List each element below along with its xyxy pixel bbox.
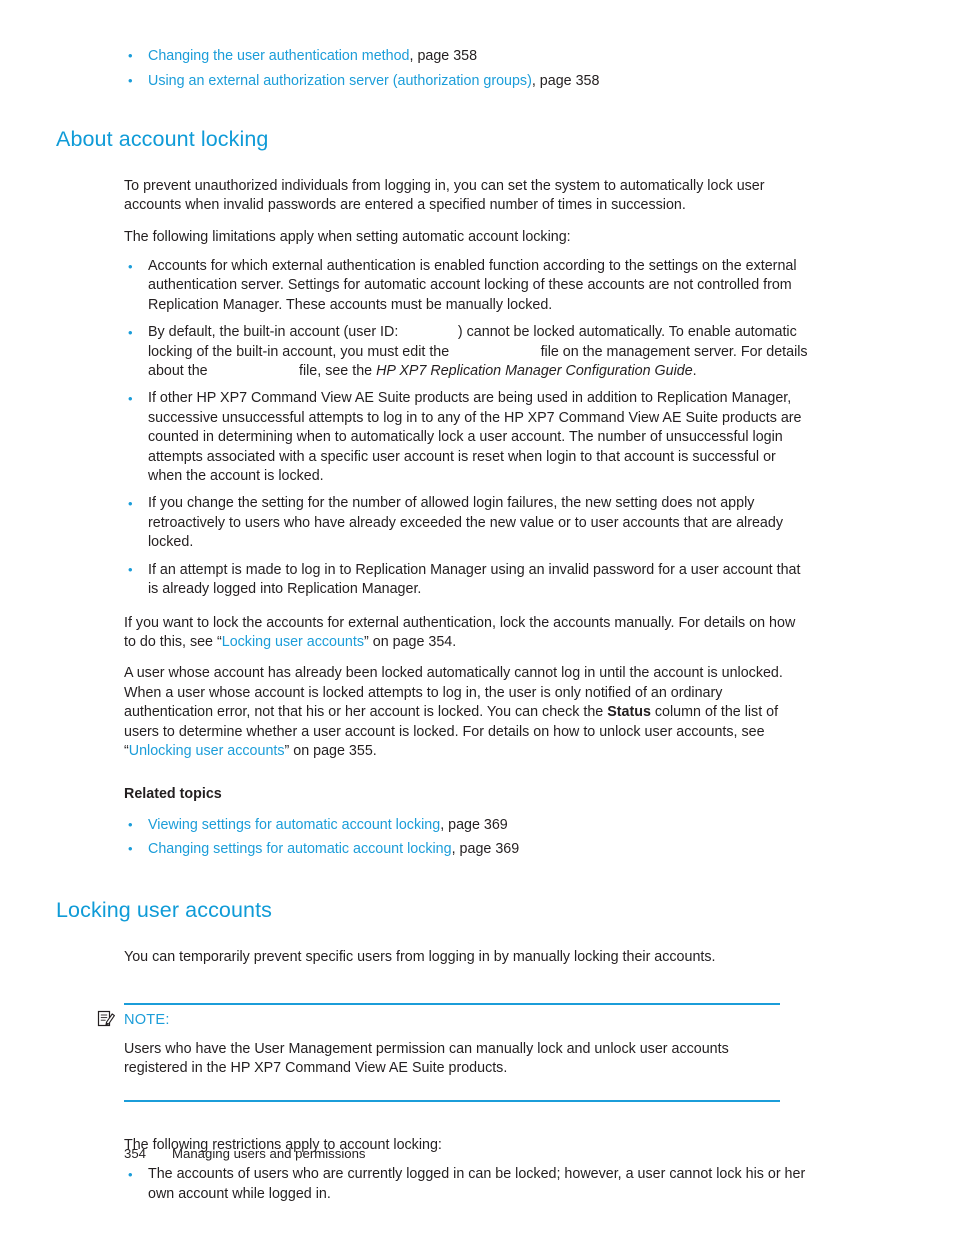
list-item: If you change the setting for the number… (124, 494, 810, 552)
link-changing-settings-automatic-account-locking[interactable]: Changing settings for automatic account … (148, 841, 452, 857)
list-item: If an attempt is made to log in to Repli… (124, 560, 810, 600)
link-locking-user-accounts[interactable]: Locking user accounts (222, 634, 364, 650)
limitations-list: Accounts for which external authenticati… (124, 257, 810, 600)
paragraph-intro: To prevent unauthorized individuals from… (124, 177, 765, 214)
note-pencil-icon (97, 1009, 116, 1028)
list-item: Accounts for which external authenticati… (124, 257, 810, 315)
list-item[interactable]: Changing settings for automatic account … (124, 837, 810, 862)
limitation-setting-change: If you change the setting for the number… (148, 495, 783, 551)
status-column-label: Status (607, 704, 651, 721)
document-page: Changing the user authentication method,… (0, 0, 954, 1235)
paragraph-external-auth-lock: If you want to lock the accounts for ext… (124, 614, 810, 653)
link-page-suffix: , page 369 (451, 841, 520, 858)
limitation-external-auth: Accounts for which external authenticati… (148, 258, 797, 313)
link-viewing-settings-automatic-account-locking[interactable]: Viewing settings for automatic account l… (148, 817, 440, 833)
limitation-builtin-account-part5: . (692, 363, 697, 380)
link-unlocking-user-accounts[interactable]: Unlocking user accounts (129, 743, 285, 759)
page-content: Changing the user authentication method,… (0, 0, 954, 1204)
paragraph-external-part2: ” on page 354. (364, 633, 457, 650)
page-footer: 354 Managing users and permissions (124, 1146, 824, 1162)
link-page-suffix: , page 358 (409, 48, 478, 64)
note-box: NOTE: Users who have the User Management… (97, 1002, 780, 1102)
list-item[interactable]: Changing the user authentication method,… (124, 44, 810, 69)
mono-blank-config-file-2 (208, 362, 299, 363)
limitation-builtin-account-part4: file, see the (298, 363, 373, 380)
list-item: By default, the built-in account (user I… (124, 323, 810, 381)
footer-chapter-title: Managing users and permissions (172, 1146, 366, 1161)
section-two-body: You can temporarily prevent specific use… (124, 948, 810, 967)
footer-page-number: 354 (124, 1146, 147, 1161)
related-topics-list: Viewing settings for automatic account l… (124, 813, 810, 862)
top-crossref-section: Changing the user authentication method,… (124, 44, 810, 93)
link-page-suffix: , page 358 (531, 72, 600, 89)
list-item: If other HP XP7 Command View AE Suite pr… (124, 389, 810, 486)
limitation-invalid-password: If an attempt is made to log in to Repli… (148, 561, 801, 598)
note-label: NOTE: (124, 1011, 170, 1028)
related-topics-title: Related topics (124, 786, 222, 803)
list-item[interactable]: Using an external authorization server (… (124, 69, 810, 94)
restriction-logged-in-users: The accounts of users who are currently … (148, 1166, 806, 1202)
guide-title-reference: HP XP7 Replication Manager Configuration… (376, 363, 693, 380)
limitation-builtin-account-part1: By default, the built-in account (user I… (148, 324, 399, 341)
link-changing-user-authentication-method[interactable]: Changing the user authentication method (148, 48, 410, 64)
link-page-suffix: , page 369 (440, 816, 508, 833)
paragraph-limitations-lead: The following limitations apply when set… (124, 228, 571, 245)
paragraph-locking-intro: You can temporarily prevent specific use… (124, 948, 716, 965)
mono-blank-config-file-1 (449, 343, 540, 344)
link-using-external-authorization-server[interactable]: Using an external authorization server (… (148, 73, 532, 89)
mono-blank-user-id (398, 323, 458, 324)
list-item[interactable]: Viewing settings for automatic account l… (124, 813, 810, 838)
note-header: NOTE: (124, 1005, 780, 1031)
note-body-text: Users who have the User Management permi… (124, 1040, 729, 1076)
top-crossref-list: Changing the user authentication method,… (124, 44, 810, 93)
paragraph-locked-account-behavior: A user whose account has already been lo… (124, 664, 810, 761)
section-one-body: To prevent unauthorized individuals from… (124, 177, 810, 862)
heading-about-account-locking: About account locking (56, 127, 269, 151)
paragraph-locked-part3: ” on page 355. (284, 742, 377, 759)
heading-locking-user-accounts: Locking user accounts (56, 897, 273, 922)
limitation-other-products: If other HP XP7 Command View AE Suite pr… (148, 390, 802, 485)
restrictions-list: The accounts of users who are currently … (124, 1165, 810, 1204)
note-rule-bottom (124, 1100, 780, 1102)
list-item: The accounts of users who are currently … (124, 1165, 810, 1204)
